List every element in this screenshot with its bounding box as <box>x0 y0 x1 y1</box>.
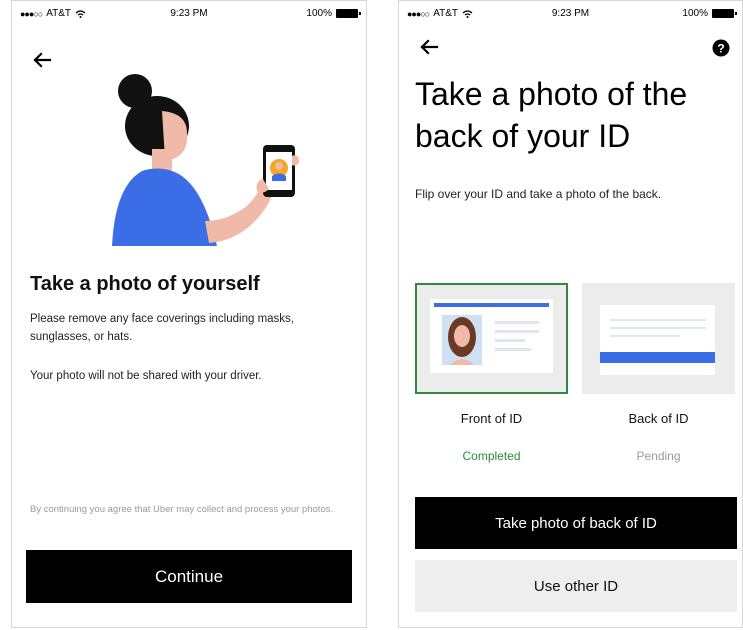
id-front-icon <box>430 299 553 373</box>
question-circle-icon[interactable]: ? <box>712 39 730 57</box>
arrow-left-icon[interactable] <box>417 35 441 59</box>
selfie-illustration <box>112 74 299 246</box>
selfie-screen: ●●●○○ AT&T 9:23 PM 100% Take a photo of … <box>11 0 367 628</box>
svg-text:?: ? <box>717 42 724 56</box>
back-id-label: Back of ID <box>628 411 689 426</box>
status-bar: ●●●○○ AT&T 9:23 PM 100% <box>12 1 366 25</box>
front-id-card[interactable] <box>415 283 568 394</box>
status-bar: ●●●○○ AT&T 9:23 PM 100% <box>399 1 742 25</box>
instruction-text: Please remove any face coverings includi… <box>30 313 294 343</box>
back-id-card[interactable] <box>582 283 735 394</box>
front-id-label: Front of ID <box>460 411 523 426</box>
battery-percent: 100% <box>682 8 708 19</box>
battery-icon <box>336 9 361 18</box>
id-back-icon <box>600 305 715 375</box>
arrow-left-icon[interactable] <box>30 48 54 72</box>
continue-button[interactable]: Continue <box>26 550 352 603</box>
use-other-id-button[interactable]: Use other ID <box>415 560 737 612</box>
back-id-status: Pending <box>636 449 681 463</box>
front-id-status: Completed <box>462 449 521 463</box>
privacy-text: Your photo will not be shared with your … <box>30 370 262 382</box>
battery-icon <box>712 9 737 18</box>
battery-info: 100% <box>306 8 361 19</box>
take-photo-back-button[interactable]: Take photo of back of ID <box>415 497 737 549</box>
battery-percent: 100% <box>306 8 332 19</box>
page-title: Take a photo of the back of your ID <box>415 76 688 154</box>
instruction-text: Flip over your ID and take a photo of th… <box>415 187 662 201</box>
consent-disclaimer: By continuing you agree that Uber may co… <box>30 504 334 515</box>
page-title: Take a photo of yourself <box>30 273 260 295</box>
battery-info: 100% <box>682 8 737 19</box>
id-back-photo-screen: ●●●○○ AT&T 9:23 PM 100% ? Take a photo o… <box>398 0 743 628</box>
